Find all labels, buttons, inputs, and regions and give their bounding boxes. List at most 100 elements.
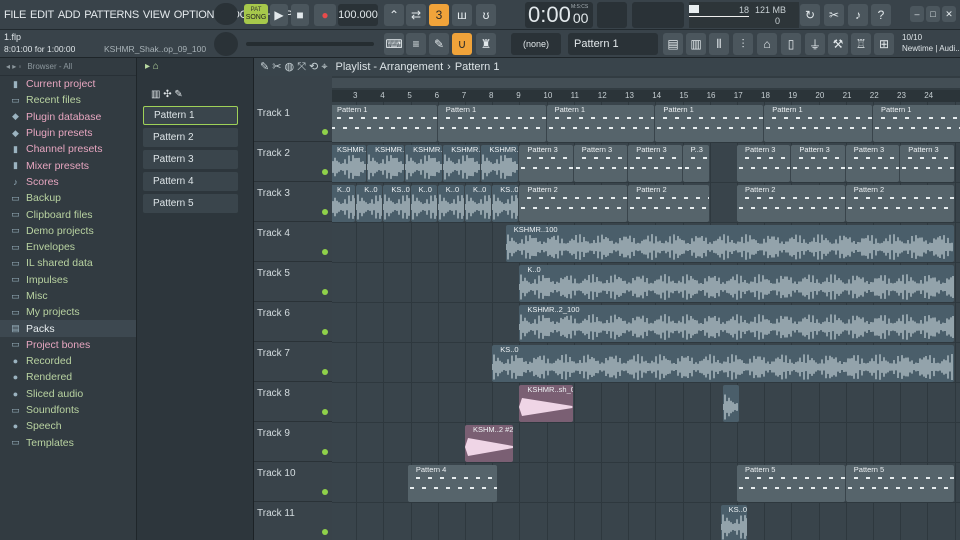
menu-add[interactable]: ADD <box>58 9 81 21</box>
file-icon[interactable]: ▯ <box>781 33 801 55</box>
refresh-icon[interactable]: ↻ <box>800 4 820 26</box>
channel-rack-icon[interactable]: ⫴ <box>709 33 729 55</box>
browser-item[interactable]: ● Sliced audio <box>0 386 136 402</box>
playlist-clip[interactable]: KS..0 <box>492 185 519 222</box>
browser-item[interactable]: ● Recorded <box>0 353 136 369</box>
track-mute-led[interactable] <box>322 369 328 375</box>
track-header[interactable]: Track 6 <box>254 302 332 342</box>
browser-item[interactable]: ▮ Channel presets <box>0 141 136 157</box>
browser-item[interactable]: ◆ Plugin presets <box>0 125 136 141</box>
pattern-list-toolbar[interactable]: ▸ ⌂ <box>145 61 159 72</box>
track-mute-led[interactable] <box>322 209 328 215</box>
track-mute-led[interactable] <box>322 289 328 295</box>
playlist-clip[interactable]: K..0 <box>437 185 464 222</box>
playlist-clip[interactable]: Pattern 4 <box>407 465 497 502</box>
playlist-clip[interactable]: K..0 <box>410 185 437 222</box>
track-header[interactable]: Track 8 <box>254 382 332 422</box>
menu-edit[interactable]: EDIT <box>30 9 54 21</box>
plugin-icon[interactable]: ⌂ <box>757 33 777 55</box>
pattern-list-view-icons[interactable]: ▥ ✣ ✎ <box>151 89 183 100</box>
playlist-clip[interactable]: Pattern 5 <box>845 465 954 502</box>
browser-item[interactable]: ▭ Soundfonts <box>0 402 136 418</box>
menu-patterns[interactable]: PATTERNS <box>84 9 139 21</box>
playlist-clip[interactable]: Pattern 3 <box>737 145 791 182</box>
playlist-clip[interactable]: KSHMR..2_100 <box>367 145 405 182</box>
track-header[interactable]: Track 7 <box>254 342 332 382</box>
playlist-clip[interactable]: Pattern 3 <box>628 145 682 182</box>
stamp-icon[interactable]: ♜ <box>476 33 496 55</box>
playlist-clip[interactable]: P..3 <box>682 145 709 182</box>
track-header[interactable]: Track 4 <box>254 222 332 262</box>
pattern-item[interactable]: Pattern 4 <box>143 172 238 191</box>
microphone-icon[interactable]: ♪ <box>848 4 868 26</box>
browser-item[interactable]: ▮ Mixer presets <box>0 157 136 173</box>
playlist-clip[interactable]: K..0 <box>356 185 383 222</box>
menu-file[interactable]: FILE <box>4 9 26 21</box>
playlist-clip[interactable]: Pattern 1 <box>873 105 960 142</box>
master-pitch-slider[interactable] <box>246 42 374 46</box>
record-icon[interactable]: ● <box>314 4 336 26</box>
track-mute-led[interactable] <box>322 489 328 495</box>
blend-icon[interactable]: ш <box>452 4 472 26</box>
magnet-icon[interactable]: ∪ <box>452 33 472 55</box>
scissors-icon[interactable]: ✂ <box>824 4 844 26</box>
browser-item[interactable]: ▭ Backup <box>0 190 136 206</box>
master-volume-knob[interactable] <box>214 32 238 56</box>
playlist-icon[interactable]: ▤ <box>663 33 683 55</box>
browser-item[interactable]: ▭ Clipboard files <box>0 206 136 222</box>
browser-item[interactable]: ▭ Recent files <box>0 92 136 108</box>
browser-item[interactable]: ▮ Current project <box>0 76 136 92</box>
share-icon[interactable]: ♖ <box>851 33 871 55</box>
playlist-clip[interactable]: Pattern 1 <box>332 105 437 142</box>
browser-item[interactable]: ▤ Packs <box>0 320 136 337</box>
playlist-clip[interactable]: Pattern 3 <box>519 145 573 182</box>
song-mode-toggle[interactable]: PAT SONG <box>244 4 268 24</box>
playlist-clip[interactable]: Pattern 5 <box>737 465 845 502</box>
browser-item[interactable]: ▭ Impulses <box>0 272 136 288</box>
pattern-selector[interactable]: Pattern 1 <box>568 33 658 55</box>
playlist-clip[interactable]: Pattern 1 <box>437 105 546 142</box>
plug-icon[interactable]: ⏚ <box>805 33 825 55</box>
tempo-display[interactable]: 100.000 <box>338 4 378 26</box>
shop-icon[interactable]: ⊞ <box>874 33 894 55</box>
pitch-knob[interactable] <box>214 3 238 25</box>
pattern-item[interactable]: Pattern 3 <box>143 150 238 169</box>
pattern-item[interactable]: Pattern 1 <box>143 106 238 125</box>
browser-item[interactable]: ▭ Misc <box>0 288 136 304</box>
track-mute-led[interactable] <box>322 169 328 175</box>
stop-icon[interactable]: ■ <box>291 4 309 26</box>
track-header[interactable]: Track 3 <box>254 182 332 222</box>
bar-ruler[interactable]: 3 4 5 6 7 8 9 10 11 12 13 14 15 16 17 18 19 20 21 22 23 24 <box>332 90 960 102</box>
playlist-clip[interactable]: KSHMR..sh_02 <box>519 385 573 422</box>
browser-item[interactable]: ▭ Envelopes <box>0 239 136 255</box>
wait-icon[interactable]: ⇄ <box>406 4 426 26</box>
browser-item[interactable]: ▭ Project bones <box>0 337 136 353</box>
mixer-icon[interactable]: ⫶ <box>733 33 753 55</box>
browser-item[interactable]: ● Speech <box>0 418 136 434</box>
playlist-clip[interactable]: Pattern 1 <box>764 105 872 142</box>
browser-item[interactable]: ● Rendered <box>0 369 136 385</box>
browser-item[interactable]: ▭ My projects <box>0 304 136 320</box>
playlist-clip[interactable]: KSHM..2 #2 <box>465 425 513 462</box>
playlist-clip[interactable]: KSHMR..2_100 <box>332 145 367 182</box>
news-title[interactable]: Newtime | Audi.. <box>902 44 960 53</box>
playlist-clip[interactable]: Pattern 3 <box>845 145 900 182</box>
track-header[interactable]: Track 2 <box>254 142 332 182</box>
browser-item[interactable]: ♪ Scores <box>0 174 136 190</box>
playlist-clip[interactable]: K..0 <box>519 265 954 302</box>
track-header[interactable]: Track 1 <box>254 102 332 142</box>
playlist-clip[interactable]: Pattern 3 <box>573 145 628 182</box>
playlist-clip[interactable]: KSHMR..2_100 <box>481 145 519 182</box>
playlist-clip[interactable]: Pattern 2 <box>737 185 845 222</box>
playlist-clip[interactable]: Pattern 2 <box>628 185 709 222</box>
playlist-clip[interactable]: K..0 <box>465 185 492 222</box>
pattern-item[interactable]: Pattern 2 <box>143 128 238 147</box>
playlist-clip[interactable]: KSHMR..2_100 <box>519 305 954 342</box>
piano-roll-icon[interactable]: ▥ <box>686 33 706 55</box>
pattern-item[interactable]: Pattern 5 <box>143 194 238 213</box>
track-mute-led[interactable] <box>322 249 328 255</box>
playlist-clip[interactable]: Pattern 1 <box>546 105 655 142</box>
play-icon[interactable]: ▶ <box>270 4 288 26</box>
metronome-icon[interactable]: ⌃ <box>384 4 404 26</box>
browser-item[interactable]: ▭ IL shared data <box>0 255 136 271</box>
